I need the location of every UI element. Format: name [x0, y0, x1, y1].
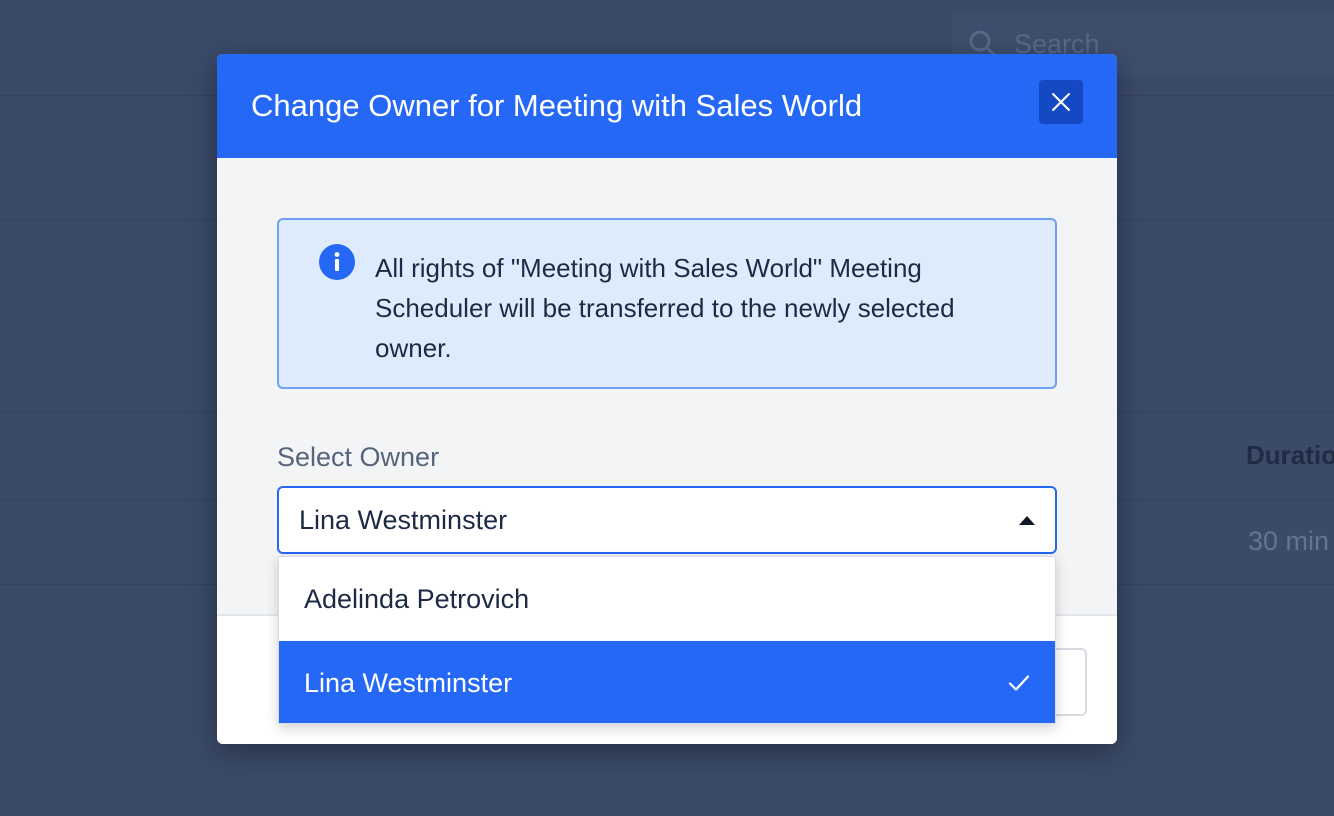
- info-alert: All rights of "Meeting with Sales World"…: [277, 218, 1057, 389]
- background-table-cell-duration: 30 min: [1248, 526, 1330, 556]
- owner-option-label: Adelinda Petrovich: [304, 583, 530, 614]
- close-button[interactable]: [1039, 80, 1083, 124]
- close-icon: [1052, 93, 1070, 111]
- owner-select-value: Lina Westminster: [299, 504, 508, 535]
- owner-option-lina-westminster[interactable]: Lina Westminster: [279, 641, 1055, 723]
- check-icon: [1008, 675, 1030, 691]
- owner-dropdown-list: Adelinda Petrovich Lina Westminster: [278, 556, 1056, 724]
- info-message: All rights of "Meeting with Sales World"…: [375, 253, 955, 363]
- caret-up-icon: [1019, 516, 1035, 525]
- owner-option-adelinda-petrovich[interactable]: Adelinda Petrovich: [279, 557, 1055, 641]
- modal-header: Change Owner for Meeting with Sales Worl…: [217, 54, 1117, 158]
- select-owner-label: Select Owner: [277, 442, 440, 472]
- owner-select[interactable]: Lina Westminster: [277, 486, 1057, 554]
- modal-title: Change Owner for Meeting with Sales Worl…: [251, 88, 863, 123]
- background-table-header-duration: Duratio: [1246, 440, 1334, 470]
- info-icon: [319, 244, 355, 280]
- owner-option-label: Lina Westminster: [304, 667, 513, 698]
